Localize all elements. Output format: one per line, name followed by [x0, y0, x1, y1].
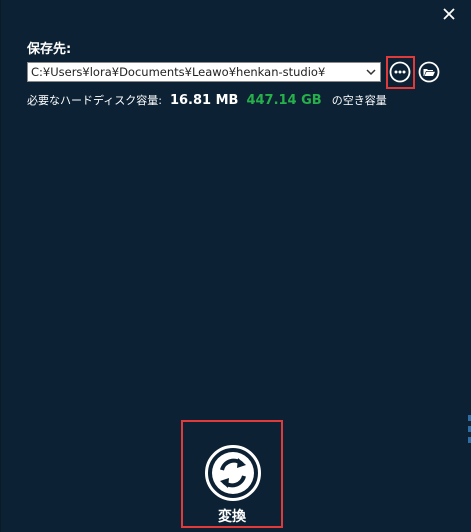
free-space-label: の空き容量 [331, 94, 387, 107]
more-options-icon [389, 61, 411, 83]
more-options-button[interactable] [389, 61, 411, 83]
convert-label: 変換 [218, 509, 246, 525]
free-space-value: 447.14 GB [246, 93, 322, 108]
chevron-down-icon [366, 69, 376, 76]
required-space-label: 必要なハードディスク容量: [27, 94, 162, 107]
save-location-label: 保存先: [27, 42, 72, 57]
save-path-value: C:¥Users¥lora¥Documents¥Leawo¥henkan-stu… [31, 65, 326, 79]
save-path-select[interactable]: C:¥Users¥lora¥Documents¥Leawo¥henkan-stu… [27, 62, 381, 82]
convert-refresh-icon [205, 445, 261, 501]
convert-button[interactable]: 変換 [183, 424, 281, 526]
save-dialog: 保存先: C:¥Users¥lora¥Documents¥Leawo¥henka… [0, 0, 471, 532]
dropdown-toggle[interactable] [362, 63, 380, 81]
close-icon [443, 8, 455, 20]
close-button[interactable] [441, 6, 457, 22]
required-space-value: 16.81 MB [169, 93, 239, 108]
open-folder-icon [418, 61, 440, 83]
disk-space-info: 必要なハードディスク容量: 16.81 MB 447.14 GB の空き容量 [27, 92, 387, 108]
open-folder-button[interactable] [418, 61, 440, 83]
